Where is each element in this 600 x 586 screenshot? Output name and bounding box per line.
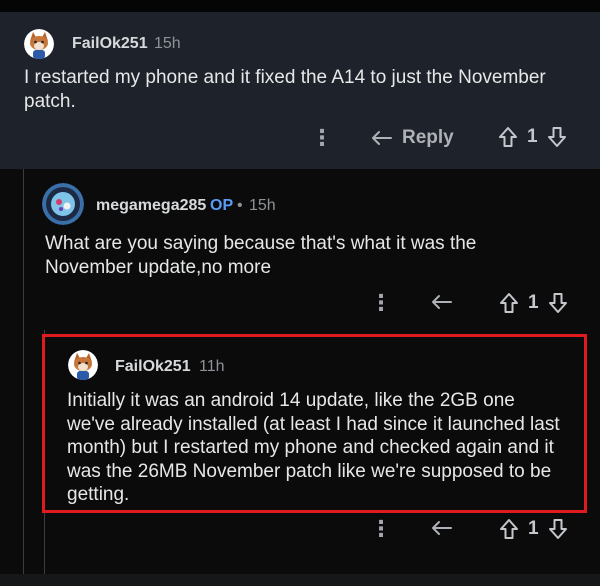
reply-button[interactable] (431, 519, 453, 537)
top-bar (0, 0, 600, 12)
timestamp: 15h (154, 35, 181, 52)
comment-text-line: patch. (24, 90, 76, 112)
username[interactable]: FailOk251 (72, 35, 148, 53)
downvote-arrow-icon[interactable] (547, 126, 567, 148)
reply-button[interactable]: Reply (371, 127, 454, 149)
reply-label: Reply (402, 127, 454, 148)
vote-count: 1 (527, 126, 538, 147)
comment-text-line: What are you saying because that's what … (45, 233, 477, 254)
kebab-menu-icon[interactable]: ⋮ (311, 127, 333, 149)
reply-button[interactable] (431, 293, 453, 311)
comment-text-line: I restarted my phone and it fixed the A1… (24, 67, 546, 88)
highlight-box (42, 334, 587, 513)
vote-controls: 1 (498, 126, 567, 148)
comment-text-line: November update,no more (45, 256, 272, 278)
username[interactable]: megamega285 (96, 197, 206, 215)
vote-count: 1 (528, 292, 539, 313)
bottom-strip (0, 574, 600, 586)
vote-controls: 1 (499, 292, 568, 314)
downvote-arrow-icon[interactable] (548, 518, 568, 540)
timestamp: 15h (249, 197, 276, 214)
comment-body: What are you saying because that's what … (45, 232, 585, 279)
comment-body: I restarted my phone and it fixed the A1… (24, 66, 584, 113)
upvote-arrow-icon[interactable] (499, 518, 519, 540)
op-badge: OP (210, 197, 234, 214)
vote-count: 1 (528, 518, 539, 539)
separator-dot: • (237, 197, 243, 214)
avatar-character-icon[interactable] (42, 183, 84, 225)
downvote-arrow-icon[interactable] (548, 292, 568, 314)
avatar-fox-icon[interactable] (24, 29, 54, 59)
reply-arrow-icon (432, 295, 452, 309)
upvote-arrow-icon[interactable] (498, 126, 518, 148)
reply-arrow-icon (432, 521, 452, 535)
thread-line[interactable] (23, 169, 24, 586)
upvote-arrow-icon[interactable] (499, 292, 519, 314)
kebab-menu-icon[interactable]: ⋮ (370, 518, 392, 540)
reply-arrow-icon (372, 131, 392, 145)
kebab-menu-icon[interactable]: ⋮ (370, 292, 392, 314)
vote-controls: 1 (499, 518, 568, 540)
